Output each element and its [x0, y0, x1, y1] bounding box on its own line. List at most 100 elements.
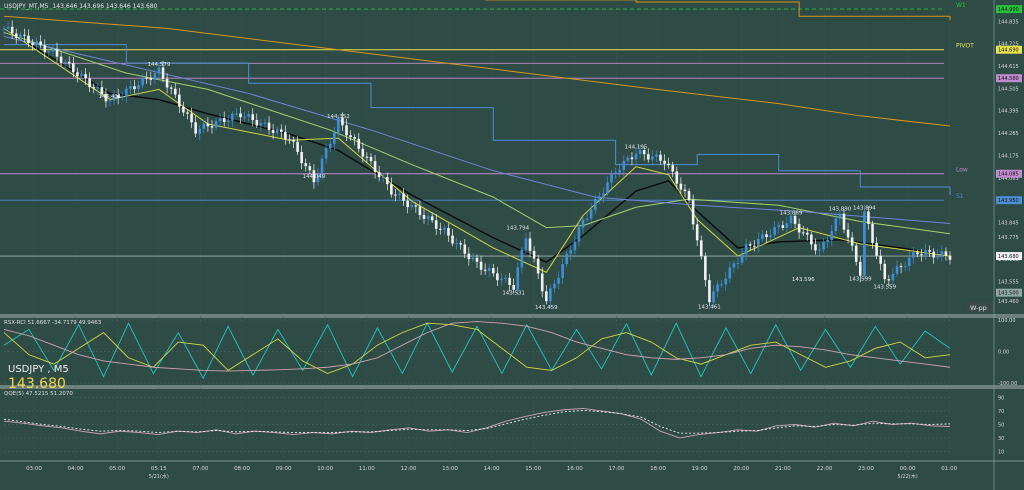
candle-body [638, 150, 642, 154]
candle-body [626, 157, 630, 161]
price-tag-label: 144.900 [998, 7, 1019, 13]
candle-body [920, 254, 923, 256]
candle-body [398, 193, 401, 195]
candle-body [459, 243, 462, 245]
candle-body [10, 26, 14, 34]
candle-body [948, 255, 952, 260]
candle-body [133, 86, 136, 90]
time-tick-label: 19:00 [692, 466, 708, 472]
candle-body [671, 165, 675, 172]
candle-body [222, 118, 226, 123]
price-annotation: 144.431 [99, 94, 122, 100]
candle-body [712, 291, 715, 303]
candle-body [765, 234, 768, 238]
candle-body [805, 232, 809, 235]
candle-body [797, 223, 801, 233]
time-tick-label: 18:00 [650, 466, 666, 472]
price-annotation: 143.890 [829, 206, 852, 212]
chart-header: USDJPY_MT,M5 143.646 143.696 143.646 143.… [4, 3, 158, 10]
price-scale-label: 144.285 [998, 131, 1019, 137]
candle-body [569, 250, 573, 254]
candle-body [96, 87, 100, 89]
candle-body [373, 161, 377, 172]
candle-body [239, 113, 242, 118]
price-scale-label: 144.395 [998, 109, 1019, 115]
panel-scale-label: -100.00 [998, 381, 1017, 387]
candle-body [659, 154, 662, 161]
time-tick-label: 12:00 [400, 466, 416, 472]
candle-body [169, 87, 173, 89]
panel-scale-label: 30 [998, 436, 1004, 442]
candle-body [850, 237, 854, 246]
candle-body [406, 200, 409, 208]
candle-body [724, 278, 728, 285]
candle-body [182, 106, 185, 113]
candle-body [932, 251, 935, 258]
time-tick-label: 10:00 [317, 466, 333, 472]
candle-body [27, 35, 30, 44]
candle-body [210, 126, 214, 128]
time-tick-label: 14:00 [484, 466, 500, 472]
candle-body [532, 250, 536, 259]
candle-body [439, 228, 442, 230]
candle-body [31, 43, 34, 45]
candle-body [271, 129, 275, 133]
candle-body [622, 160, 626, 170]
candle-body [854, 245, 858, 262]
candle-body [630, 157, 634, 160]
price-tag-label: 143.950 [998, 198, 1019, 204]
candle-body [84, 74, 87, 79]
price-tag-label: 144.085 [998, 172, 1019, 178]
candle-body [345, 125, 348, 136]
candle-body [895, 266, 899, 274]
trading-chart: W1 PIVOT Low S1 144.431 144.579 144.352 144.04… [0, 0, 1024, 490]
candle-body [125, 88, 128, 97]
candle-body [247, 114, 250, 117]
price-scale-label: 144.615 [998, 64, 1019, 70]
candle-body [528, 238, 532, 251]
candle-body [161, 67, 165, 79]
candle-body [585, 218, 589, 220]
candle-body [467, 253, 471, 260]
candle-body [19, 34, 22, 38]
time-tick-label: 03:00 [26, 466, 42, 472]
time-tick-label: 05:15 [151, 466, 167, 472]
candle-body [545, 291, 548, 302]
candle-body [687, 191, 691, 201]
candle-body [422, 215, 426, 219]
candle-body [300, 151, 303, 164]
candle-body [598, 196, 601, 199]
candle-body [936, 255, 940, 258]
price-annotation: 144.049 [303, 174, 326, 180]
candle-body [178, 94, 181, 107]
time-tick-label: 07:00 [192, 466, 208, 472]
candle-body [810, 234, 813, 245]
candle-body [496, 273, 499, 281]
candle-body [430, 216, 434, 221]
candle-body [377, 171, 381, 178]
candle-body [826, 239, 829, 243]
price-scale-label: 143.460 [998, 299, 1019, 305]
candle-body [610, 173, 613, 183]
date-label: 5/21(水) [149, 473, 169, 480]
candle-body [284, 131, 287, 140]
candle-body [279, 129, 283, 132]
candle-body [818, 249, 821, 251]
candle-body [814, 244, 817, 251]
candle-body [822, 242, 825, 250]
candle-body [667, 163, 670, 166]
candle-body [100, 87, 104, 95]
candle-body [308, 166, 312, 171]
candle-body [418, 206, 422, 216]
candle-body [76, 72, 79, 77]
candle-body [512, 285, 515, 290]
panel-scale-label: 90 [998, 396, 1004, 402]
candle-body [206, 123, 210, 127]
candle-body [785, 223, 789, 228]
candle-body [141, 77, 144, 86]
candle-body [59, 56, 63, 64]
price-scale-label: 144.835 [998, 19, 1019, 25]
time-tick-label: 21:00 [775, 466, 791, 472]
candle-body [777, 225, 781, 228]
time-tick-label: 11:00 [359, 466, 375, 472]
